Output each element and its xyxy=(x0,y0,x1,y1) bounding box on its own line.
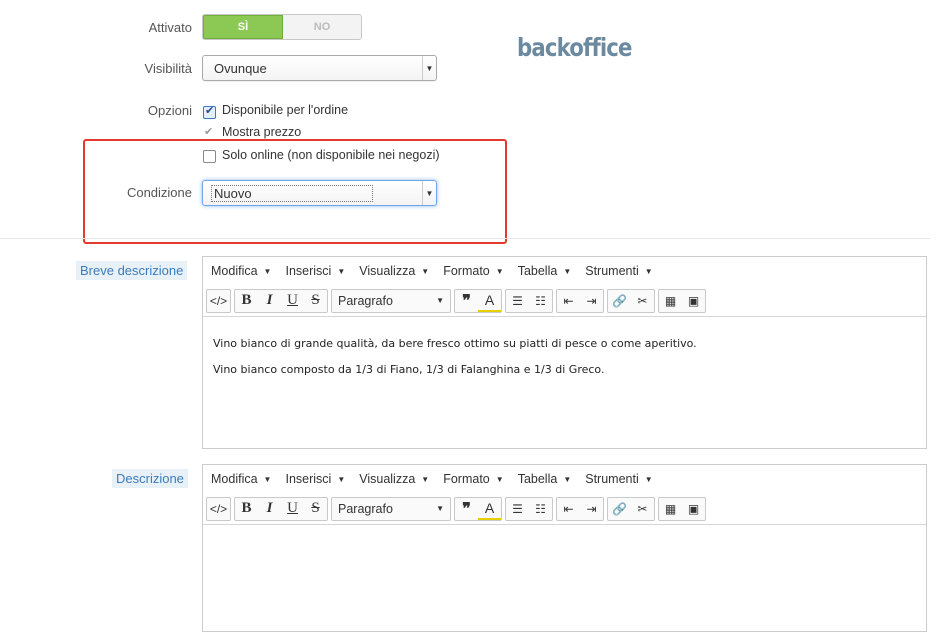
menu-label: Strumenti xyxy=(585,264,639,278)
bullet-list-icon[interactable]: ☰ xyxy=(506,498,529,520)
disponibile-checkbox[interactable] xyxy=(203,104,216,119)
outdent-icon[interactable]: ⇤ xyxy=(557,290,580,312)
caret-down-icon: ▼ xyxy=(263,266,272,276)
text-color-icon[interactable]: A xyxy=(478,498,501,520)
opzioni-label: Opzioni xyxy=(147,103,192,118)
video-icon[interactable]: ▦ xyxy=(659,290,682,312)
section-divider xyxy=(0,238,930,239)
numbered-list-icon[interactable]: ☷ xyxy=(529,290,552,312)
menu-label: Inserisci xyxy=(285,264,332,278)
menu-label: Tabella xyxy=(517,264,558,278)
menu-label: Visualizza xyxy=(359,264,416,278)
content-paragraph: Vino bianco composto da 1/3 di Fiano, 1/… xyxy=(213,363,605,376)
editor-toolbar: </> B I U S Paragrafo ▼ ❞ A ☰ ☷ ⇤ ⇥ 🔗 ✂ ▦… xyxy=(203,493,926,525)
highlight-box xyxy=(83,139,507,244)
paragraph-select-value: Paragrafo xyxy=(338,293,393,308)
menu-modifica[interactable]: Modifica ▼ xyxy=(211,264,271,278)
menu-formato[interactable]: Formato ▼ xyxy=(443,472,503,486)
menu-strumenti[interactable]: Strumenti ▼ xyxy=(585,472,652,486)
toggle-yes-button[interactable]: SÌ xyxy=(203,15,283,39)
indent-icon[interactable]: ⇥ xyxy=(580,498,603,520)
breve-descrizione-label: Breve descrizione xyxy=(76,261,188,280)
caret-down-icon: ▼ xyxy=(436,504,444,513)
menu-strumenti[interactable]: Strumenti ▼ xyxy=(585,264,652,278)
menu-label: Tabella xyxy=(517,472,558,486)
unlink-icon[interactable]: ✂ xyxy=(631,498,654,520)
mostra-prezzo-label: Mostra prezzo xyxy=(222,125,302,139)
video-icon[interactable]: ▦ xyxy=(659,498,682,520)
link-icon[interactable]: 🔗 xyxy=(608,290,631,312)
caret-down-icon: ▼ xyxy=(563,266,572,276)
description-editor[interactable]: Modifica ▼ Inserisci ▼ Visualizza ▼ Formato… xyxy=(202,464,927,632)
editor-toolbar: </> B I U S Paragrafo ▼ ❞ A ☰ ☷ ⇤ ⇥ 🔗 ✂ ▦… xyxy=(203,285,926,317)
editor-menubar: Modifica ▼ Inserisci ▼ Visualizza ▼ Formato… xyxy=(203,257,926,285)
caret-down-icon: ▼ xyxy=(263,474,272,484)
caret-down-icon: ▼ xyxy=(495,474,504,484)
bold-icon[interactable]: B xyxy=(235,290,258,312)
menu-modifica[interactable]: Modifica ▼ xyxy=(211,472,271,486)
attivato-toggle[interactable]: SÌ NO xyxy=(202,14,362,40)
bold-icon[interactable]: B xyxy=(235,498,258,520)
toggle-no-button[interactable]: NO xyxy=(283,15,361,39)
caret-down-icon: ▼ xyxy=(644,474,653,484)
content-paragraph: Vino bianco di grande qualità, da bere f… xyxy=(213,337,697,350)
menu-tabella[interactable]: Tabella ▼ xyxy=(518,264,572,278)
visibilita-select-value: Ovunque xyxy=(214,61,267,76)
menu-visualizza[interactable]: Visualizza ▼ xyxy=(359,264,429,278)
visibilita-select[interactable]: Ovunque ▼ xyxy=(202,55,437,81)
menu-visualizza[interactable]: Visualizza ▼ xyxy=(359,472,429,486)
short-description-content[interactable]: Vino bianco di grande qualità, da bere f… xyxy=(203,317,926,409)
unlink-icon[interactable]: ✂ xyxy=(631,290,654,312)
descrizione-label: Descrizione xyxy=(112,469,188,488)
indent-icon[interactable]: ⇥ xyxy=(580,290,603,312)
paragraph-select[interactable]: Paragrafo ▼ xyxy=(332,498,450,520)
strikethrough-icon[interactable]: S xyxy=(304,290,327,312)
underline-icon[interactable]: U xyxy=(281,498,304,520)
bullet-list-icon[interactable]: ☰ xyxy=(506,290,529,312)
menu-formato[interactable]: Formato ▼ xyxy=(443,264,503,278)
menu-label: Modifica xyxy=(211,472,258,486)
backoffice-logo: backoffice xyxy=(517,33,632,62)
menu-label: Visualizza xyxy=(359,472,416,486)
italic-icon[interactable]: I xyxy=(258,498,281,520)
numbered-list-icon[interactable]: ☷ xyxy=(529,498,552,520)
caret-down-icon: ▼ xyxy=(495,266,504,276)
image-icon[interactable]: ▣ xyxy=(682,498,705,520)
attivato-label: Attivato xyxy=(148,20,192,35)
italic-icon[interactable]: I xyxy=(258,290,281,312)
caret-down-icon: ▼ xyxy=(563,474,572,484)
visibilita-label: Visibilità xyxy=(144,61,192,76)
blockquote-icon[interactable]: ❞ xyxy=(455,498,478,520)
caret-down-icon: ▼ xyxy=(337,266,346,276)
underline-icon[interactable]: U xyxy=(281,290,304,312)
outdent-icon[interactable]: ⇤ xyxy=(557,498,580,520)
menu-inserisci[interactable]: Inserisci ▼ xyxy=(285,472,345,486)
link-icon[interactable]: 🔗 xyxy=(608,498,631,520)
caret-down-icon: ▼ xyxy=(644,266,653,276)
text-color-icon[interactable]: A xyxy=(478,290,501,312)
editor-menubar: Modifica ▼ Inserisci ▼ Visualizza ▼ Formato… xyxy=(203,465,926,493)
menu-inserisci[interactable]: Inserisci ▼ xyxy=(285,264,345,278)
caret-down-icon: ▼ xyxy=(337,474,346,484)
blockquote-icon[interactable]: ❞ xyxy=(455,290,478,312)
chevron-down-icon: ▼ xyxy=(422,56,436,80)
strikethrough-icon[interactable]: S xyxy=(304,498,327,520)
source-code-icon[interactable]: </> xyxy=(207,498,230,520)
image-icon[interactable]: ▣ xyxy=(682,290,705,312)
caret-down-icon: ▼ xyxy=(436,296,444,305)
menu-tabella[interactable]: Tabella ▼ xyxy=(518,472,572,486)
caret-down-icon: ▼ xyxy=(421,474,430,484)
menu-label: Inserisci xyxy=(285,472,332,486)
paragraph-select-value: Paragrafo xyxy=(338,501,393,516)
menu-label: Formato xyxy=(443,472,490,486)
paragraph-select[interactable]: Paragrafo ▼ xyxy=(332,290,450,312)
menu-label: Modifica xyxy=(211,264,258,278)
menu-label: Strumenti xyxy=(585,472,639,486)
description-content[interactable] xyxy=(203,525,926,565)
source-code-icon[interactable]: </> xyxy=(207,290,230,312)
disponibile-label: Disponibile per l'ordine xyxy=(222,103,349,117)
short-description-editor[interactable]: Modifica ▼ Inserisci ▼ Visualizza ▼ Formato… xyxy=(202,256,927,449)
menu-label: Formato xyxy=(443,264,490,278)
caret-down-icon: ▼ xyxy=(421,266,430,276)
